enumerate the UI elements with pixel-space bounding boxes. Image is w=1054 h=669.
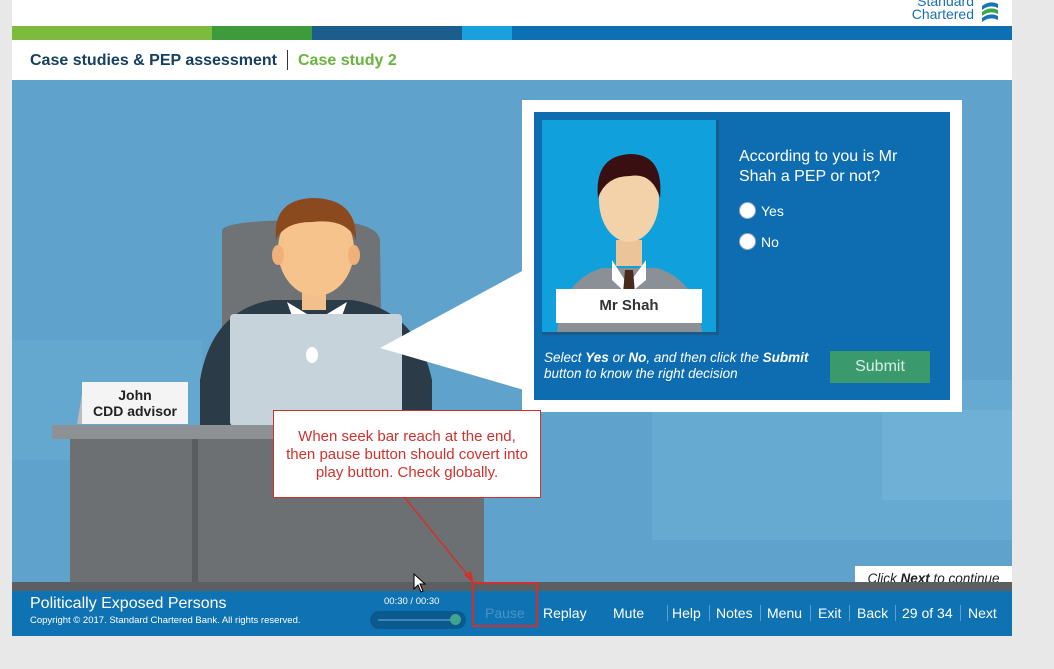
person-name-card: Mr Shah	[556, 289, 702, 323]
yes-radio[interactable]	[739, 202, 756, 219]
replay-button[interactable]: Replay	[543, 605, 587, 621]
course-title: Case studies & PEP assessment	[30, 52, 277, 69]
seek-handle[interactable]	[450, 614, 461, 625]
advisor-name: John	[118, 387, 152, 403]
playback-timer: 00:30 / 00:30	[384, 596, 440, 607]
question-text: According to you is Mr Shah a PEP or not…	[739, 148, 898, 185]
option-no[interactable]: No	[739, 233, 779, 250]
advisor-role: CDD advisor	[92, 403, 178, 419]
notes-button[interactable]: Notes	[716, 605, 753, 621]
mute-button[interactable]: Mute	[613, 605, 644, 621]
brand-color-strip	[12, 26, 1012, 40]
copyright-text: Copyright © 2017. Standard Chartered Ban…	[30, 615, 301, 626]
standard-chartered-logo: Standard Chartered	[912, 0, 1002, 26]
seek-bar[interactable]	[370, 611, 466, 629]
review-annotation-box: When seek bar reach at the end, then pau…	[273, 410, 541, 498]
seek-track	[378, 619, 458, 621]
logo-line-2: Chartered	[911, 6, 974, 22]
controls-divider	[667, 605, 668, 621]
page-counter: 29 of 34	[902, 605, 953, 621]
strip-segment	[212, 26, 312, 40]
option-yes-label: Yes	[761, 202, 784, 219]
logo-mark-icon	[982, 2, 998, 22]
menu-button[interactable]: Menu	[767, 605, 802, 621]
title-divider	[287, 50, 288, 70]
option-yes[interactable]: Yes	[739, 202, 784, 219]
section-title: Case study 2	[298, 52, 397, 69]
help-button[interactable]: Help	[672, 605, 701, 621]
exit-button[interactable]: Exit	[818, 605, 841, 621]
controls-divider	[849, 605, 850, 621]
mr-shah-portrait: Mr Shah	[542, 120, 719, 335]
mouse-cursor-icon	[413, 573, 427, 593]
back-button[interactable]: Back	[857, 605, 888, 621]
review-highlight-box	[472, 582, 538, 627]
strip-segment	[12, 26, 212, 40]
strip-segment	[312, 26, 462, 40]
strip-segment	[462, 26, 512, 40]
next-button[interactable]: Next	[968, 605, 997, 621]
advisor-nameplate: John CDD advisor	[82, 387, 188, 419]
question-popup: Mr Shah According to you is Mr Shah a PE…	[522, 100, 962, 412]
course-name: Politically Exposed Persons	[30, 595, 227, 612]
strip-segment	[512, 26, 1012, 40]
controls-divider	[760, 605, 761, 621]
instruction-text: Select Yes or No, and then click the Sub…	[544, 350, 809, 381]
no-radio[interactable]	[739, 233, 756, 250]
course-player: Standard Chartered Case studies & PEP as…	[12, 0, 1012, 636]
controls-divider	[895, 605, 896, 621]
question-panel: Mr Shah According to you is Mr Shah a PE…	[534, 112, 950, 400]
controls-divider	[810, 605, 811, 621]
title-bar: Case studies & PEP assessment Case study…	[12, 40, 1012, 81]
submit-button[interactable]: Submit	[830, 351, 930, 383]
option-no-label: No	[761, 233, 779, 250]
controls-divider	[709, 605, 710, 621]
controls-divider	[960, 605, 961, 621]
